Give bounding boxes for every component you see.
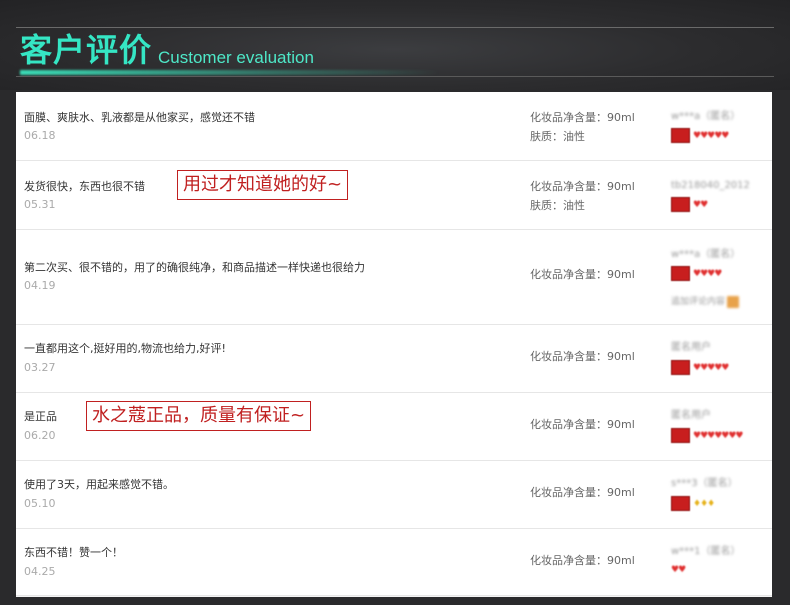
review-comment: 东西不错！赞一个！ (24, 546, 123, 559)
review-date: 06.18 (24, 129, 56, 142)
review-row: 面膜、爽肤水、乳液都是从他家买，感觉还不错 06.18 化妆品净含量：90ml … (16, 92, 772, 161)
review-comment: 是正品 (24, 410, 57, 423)
reviewer-level: ♥♥ (671, 564, 686, 576)
header-bottom-line (16, 76, 774, 77)
review-row: 发货很快，东西也很不错 05.31 化妆品净含量：90ml 肤质：油性 tb21… (16, 161, 772, 230)
reviewer-avatar-icon (671, 266, 690, 281)
review-row: 使用了3天，用起来感觉不错。 05.10 化妆品净含量：90ml s***3（匿… (16, 461, 772, 529)
reviewer-avatar-icon (671, 496, 690, 511)
review-spec-skin: 肤质：油性 (530, 130, 585, 143)
reviewer-diamonds-icon: ♦♦♦ (693, 498, 715, 509)
header-banner: 客户评价 Customer evaluation (0, 0, 790, 90)
review-row: 一直都用这个,挺好用的,物流也给力,好评! 03.27 化妆品净含量：90ml … (16, 325, 772, 393)
annotation-callout: 用过才知道她的好~ (177, 170, 349, 200)
reviewer-name[interactable]: 匿名用户 (671, 410, 711, 422)
reviewer-level: ♥♥♥♥ (671, 266, 722, 281)
review-comment: 使用了3天，用起来感觉不错。 (24, 478, 174, 491)
reviewer-extra-info: 追加评论内容 (671, 294, 740, 308)
reviewer-level: ♦♦♦ (671, 496, 715, 511)
annotation-callout: 水之蔻正品，质量有保证~ (86, 401, 312, 431)
reviewer-level: ♥♥♥♥♥♥♥ (671, 428, 743, 443)
review-date: 04.25 (24, 565, 56, 578)
review-spec-volume: 化妆品净含量：90ml (530, 418, 635, 431)
review-row: 第二次买、很不错的，用了的确很纯净，和商品描述一样快递也很给力 04.19 化妆… (16, 230, 772, 325)
reviews-panel: 面膜、爽肤水、乳液都是从他家买，感觉还不错 06.18 化妆品净含量：90ml … (16, 92, 772, 597)
review-comment: 第二次买、很不错的，用了的确很纯净，和商品描述一样快递也很给力 (24, 261, 365, 274)
review-spec-skin: 肤质：油性 (530, 199, 585, 212)
header-glow-line (20, 70, 440, 75)
reviewer-avatar-icon (671, 197, 690, 212)
review-spec-volume: 化妆品净含量：90ml (530, 180, 635, 193)
review-comment: 面膜、爽肤水、乳液都是从他家买，感觉还不错 (24, 111, 255, 124)
header-top-line (16, 27, 774, 28)
reviewer-extra-text: 追加评论内容 (671, 297, 726, 307)
reviewer-name[interactable]: w***1（匿名） (671, 546, 741, 558)
reviewer-hearts-icon: ♥♥♥♥ (693, 268, 722, 279)
review-spec-volume: 化妆品净含量：90ml (530, 554, 635, 567)
reviewer-name[interactable]: s***3（匿名） (671, 478, 738, 490)
review-comment: 发货很快，东西也很不错 (24, 180, 145, 193)
reviewer-name[interactable]: w***a（匿名） (671, 111, 740, 123)
review-date: 03.27 (24, 361, 56, 374)
append-icon (727, 295, 740, 308)
reviewer-avatar-icon (671, 360, 690, 375)
review-date: 05.10 (24, 497, 56, 510)
reviewer-hearts-icon: ♥♥ (693, 199, 708, 210)
reviewer-level: ♥♥♥♥♥ (671, 360, 729, 375)
review-spec-volume: 化妆品净含量：90ml (530, 350, 635, 363)
review-date: 04.19 (24, 279, 56, 292)
reviewer-level: ♥♥♥♥♥ (671, 128, 729, 143)
review-spec-volume: 化妆品净含量：90ml (530, 268, 635, 281)
review-date: 06.20 (24, 429, 56, 442)
review-spec-volume: 化妆品净含量：90ml (530, 486, 635, 499)
reviewer-name[interactable]: 匿名用户 (671, 342, 711, 354)
reviewer-avatar-icon (671, 428, 690, 443)
reviewer-hearts-icon: ♥♥♥♥♥♥♥ (693, 430, 743, 441)
review-comment: 一直都用这个,挺好用的,物流也给力,好评! (24, 342, 226, 355)
reviewer-level: ♥♥ (671, 197, 708, 212)
review-spec-volume: 化妆品净含量：90ml (530, 111, 635, 124)
reviewer-hearts-icon: ♥♥♥♥♥ (693, 362, 729, 373)
reviewer-hearts-icon: ♥♥ (671, 565, 686, 575)
section-subtitle: Customer evaluation (158, 48, 314, 67)
review-row: 东西不错！赞一个！ 04.25 化妆品净含量：90ml w***1（匿名） ♥♥ (16, 529, 772, 596)
reviewer-avatar-icon (671, 128, 690, 143)
review-date: 05.31 (24, 198, 56, 211)
reviewer-name[interactable]: w***a（匿名） (671, 249, 740, 261)
reviewer-hearts-icon: ♥♥♥♥♥ (693, 130, 729, 141)
reviewer-name[interactable]: tb218040_2012 (671, 180, 750, 192)
section-title: 客户评价 (20, 31, 153, 69)
